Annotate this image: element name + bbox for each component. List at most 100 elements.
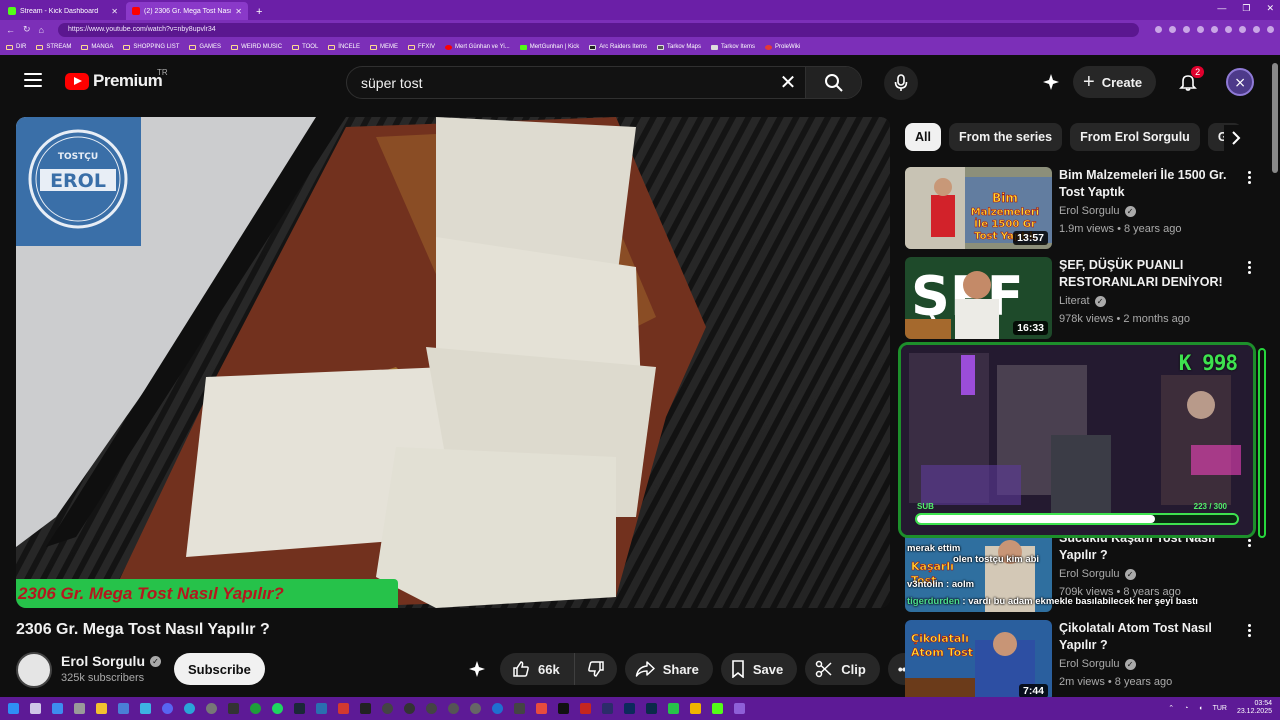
clock[interactable]: 03:54 23.12.2025 (1237, 700, 1272, 716)
search-input[interactable]: süper tost (347, 75, 771, 91)
close-window-icon[interactable]: ✕ (1266, 3, 1274, 14)
channel-avatar[interactable] (16, 652, 52, 688)
video-thumbnail[interactable]: Çikolatalı Atom Tost 7:44 (905, 620, 1052, 702)
bookmark-item[interactable]: Tarkov Items (711, 44, 755, 50)
app-icon[interactable] (316, 703, 327, 714)
video-thumbnail[interactable]: Bim Malzemeleri İle 1500 Gr Tost Yaptık … (905, 167, 1052, 249)
extension-icon[interactable] (1239, 26, 1246, 33)
chip-all[interactable]: All (905, 123, 941, 151)
bookmark-item[interactable]: FFXIV (407, 44, 435, 50)
app-icon[interactable] (536, 703, 547, 714)
app-icon[interactable] (646, 703, 657, 714)
app-icon[interactable] (206, 703, 217, 714)
app-icon[interactable] (602, 703, 613, 714)
app-icon[interactable] (580, 703, 591, 714)
video-thumbnail[interactable]: ŞEF 16:33 (905, 257, 1052, 339)
xbox-icon[interactable] (250, 703, 261, 714)
app-icon[interactable] (514, 703, 525, 714)
related-video-title[interactable]: Bim Malzemeleri İle 1500 Gr. Tost Yaptık (1059, 167, 1239, 201)
spotify-icon[interactable] (272, 703, 283, 714)
app-icon[interactable] (624, 703, 635, 714)
bookmark-item[interactable]: Tarkov Maps (656, 44, 701, 50)
bookmark-item[interactable]: STREAM (36, 44, 71, 50)
related-video-title[interactable]: ŞEF, DÜŞÜK PUANLI RESTORANLARI DENİYOR! (1059, 257, 1239, 291)
bookmark-item[interactable]: TOOL (292, 44, 318, 50)
related-video-title[interactable]: Çikolatalı Atom Tost Nasıl Yapılır ? (1059, 620, 1239, 654)
chip-from-channel[interactable]: From Erol Sorgulu (1070, 123, 1200, 151)
edge-icon[interactable] (184, 703, 195, 714)
windows-start-icon[interactable] (8, 703, 19, 714)
browser-tab-kick[interactable]: Stream - Kick Dashboard ✕ (2, 2, 124, 20)
bookmark-item[interactable]: MEME (369, 44, 398, 50)
clip-button[interactable]: Clip (805, 653, 880, 685)
create-button[interactable]: + Create (1073, 66, 1157, 98)
scrollbar-thumb[interactable] (1272, 63, 1278, 173)
related-video-item[interactable]: Çikolatalı Atom Tost 7:44 Çikolatalı Ato… (905, 620, 1265, 702)
input-language[interactable]: TUR (1213, 705, 1227, 712)
search-button[interactable] (805, 67, 861, 98)
hamburger-menu-icon[interactable] (24, 73, 42, 87)
app-icon[interactable] (404, 703, 415, 714)
channel-watermark-logo[interactable]: EROL TOSTÇU (16, 117, 141, 246)
channel-name-link[interactable]: Erol Sorgulu ✓ (61, 653, 161, 669)
youtube-premium-logo[interactable]: Premium (65, 71, 163, 91)
more-vert-icon[interactable] (1245, 624, 1253, 637)
voice-search-button[interactable] (884, 66, 918, 100)
app-icon[interactable] (228, 703, 239, 714)
bookmark-item[interactable]: İNCELE (328, 44, 360, 50)
app-icon[interactable] (338, 703, 349, 714)
app-icon[interactable] (52, 703, 63, 714)
app-icon[interactable] (74, 703, 85, 714)
bookmark-item[interactable]: DIR (6, 44, 26, 50)
dislike-button[interactable] (575, 653, 617, 685)
volume-icon[interactable]: ◖ (1198, 705, 1202, 712)
related-channel[interactable]: Literat ✓ (1059, 295, 1106, 307)
close-tab-icon[interactable]: ✕ (235, 7, 242, 16)
page-scrollbar[interactable] (1270, 57, 1280, 697)
extension-icon[interactable] (1211, 26, 1218, 33)
app-icon[interactable] (734, 703, 745, 714)
more-vert-icon[interactable] (1245, 261, 1253, 274)
kick-icon[interactable] (712, 703, 723, 714)
browser-menu-icon[interactable] (1267, 26, 1274, 33)
discord-icon[interactable] (162, 703, 173, 714)
minimize-icon[interactable]: — (1217, 3, 1226, 14)
profile-icon[interactable] (1253, 26, 1260, 33)
home-icon[interactable]: ⌂ (39, 25, 44, 35)
chevron-up-icon[interactable]: ⌃ (1168, 704, 1174, 712)
extension-icon[interactable] (1225, 26, 1232, 33)
extension-icon[interactable] (1169, 26, 1176, 33)
related-video-item[interactable]: Bim Malzemeleri İle 1500 Gr Tost Yaptık … (905, 167, 1265, 249)
reload-icon[interactable]: ↻ (23, 24, 31, 35)
extension-icon[interactable] (1197, 26, 1204, 33)
file-explorer-icon[interactable] (96, 703, 107, 714)
chips-next-button[interactable] (1224, 125, 1248, 151)
steam-icon[interactable] (294, 703, 305, 714)
app-icon[interactable] (690, 703, 701, 714)
back-icon[interactable]: ← (6, 25, 15, 35)
browser-tab-youtube[interactable]: (2) 2306 Gr. Mega Tost Nasıl Y... ✕ (126, 2, 248, 20)
url-field[interactable]: https://www.youtube.com/watch?v=nby8upvl… (57, 22, 1139, 37)
more-vert-icon[interactable] (1245, 171, 1253, 184)
share-button[interactable]: Share (624, 653, 713, 685)
app-icon[interactable] (360, 703, 371, 714)
network-icon[interactable]: ◔ (1184, 705, 1188, 712)
app-icon[interactable] (558, 703, 569, 714)
account-avatar[interactable]: ⨯ (1226, 68, 1255, 96)
clear-search-icon[interactable]: ✕ (771, 70, 805, 95)
bookmark-item[interactable]: GAMES (189, 44, 221, 50)
save-button[interactable]: Save (720, 653, 798, 685)
maximize-icon[interactable]: ❐ (1242, 3, 1250, 14)
bookmark-item[interactable]: Mert Günhan ve Yi... (445, 44, 510, 50)
related-video-item[interactable]: ŞEF 16:33 ŞEF, DÜŞÜK PUANLI RESTORANLARI… (905, 257, 1265, 339)
bookmark-item[interactable]: Arc Raiders Items (589, 44, 647, 50)
new-tab-button[interactable]: + (248, 6, 270, 18)
bookmark-item[interactable]: SHOPPING LIST (123, 44, 179, 50)
app-icon[interactable] (492, 703, 503, 714)
subscribe-button[interactable]: Subscribe (174, 653, 265, 685)
bookmark-item[interactable]: ProleWiki (765, 44, 800, 50)
ask-ai-button[interactable] (462, 653, 492, 685)
app-icon[interactable] (470, 703, 481, 714)
bookmark-item[interactable]: MertGunhan | Kick (519, 44, 579, 50)
related-channel[interactable]: Erol Sorgulu ✓ (1059, 205, 1136, 217)
